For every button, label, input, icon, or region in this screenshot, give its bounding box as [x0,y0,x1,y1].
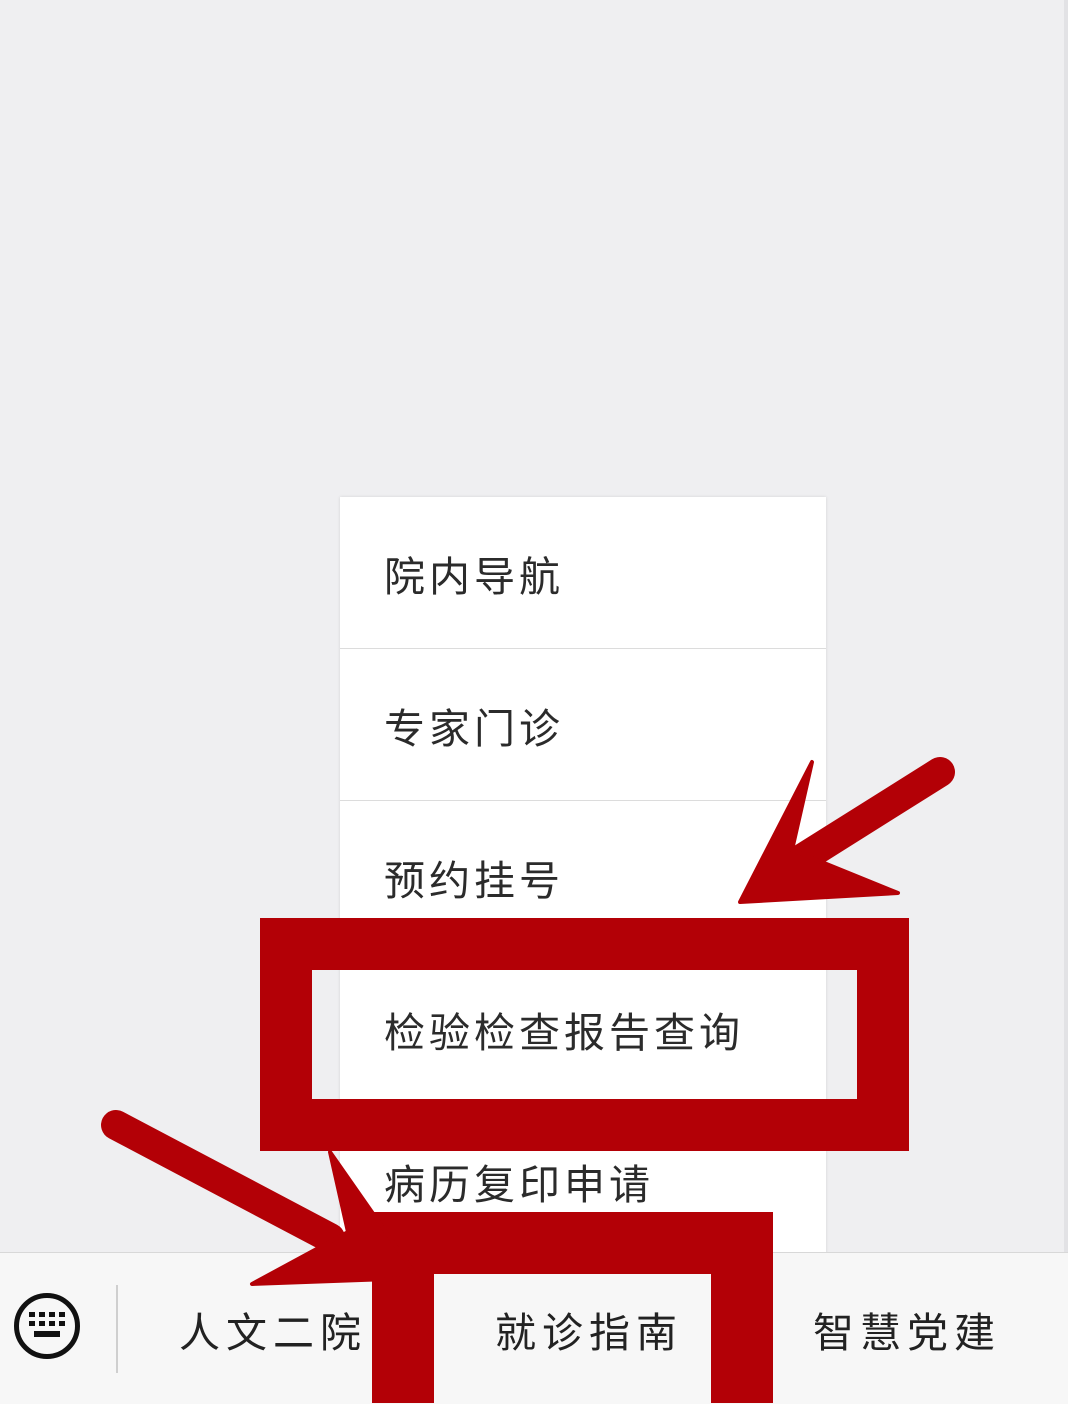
keyboard-icon [29,1312,65,1337]
submenu-item-label: 预约挂号 [384,856,564,905]
submenu-item-label: 院内导航 [384,552,564,601]
submenu-item-hospital-navigation[interactable]: 院内导航 [340,497,826,649]
submenu-item-label: 专家门诊 [384,704,564,753]
submenu-item-expert-clinic[interactable]: 专家门诊 [340,649,826,801]
highlight-box-visit-guide [372,1212,773,1403]
menu-divider [116,1285,118,1373]
menu-tab-label: 人文二院 [179,1309,367,1357]
menu-tab-humanities[interactable]: 人文二院 [178,1289,368,1369]
menu-tab-label: 智慧党建 [813,1309,1001,1357]
highlight-box-report-query [260,918,909,1151]
page-edge [1064,0,1068,1403]
submenu-item-label: 病历复印申请 [384,1161,654,1209]
keyboard-toggle-button[interactable] [14,1293,80,1359]
menu-tab-smart-party-building[interactable]: 智慧党建 [812,1289,1002,1369]
